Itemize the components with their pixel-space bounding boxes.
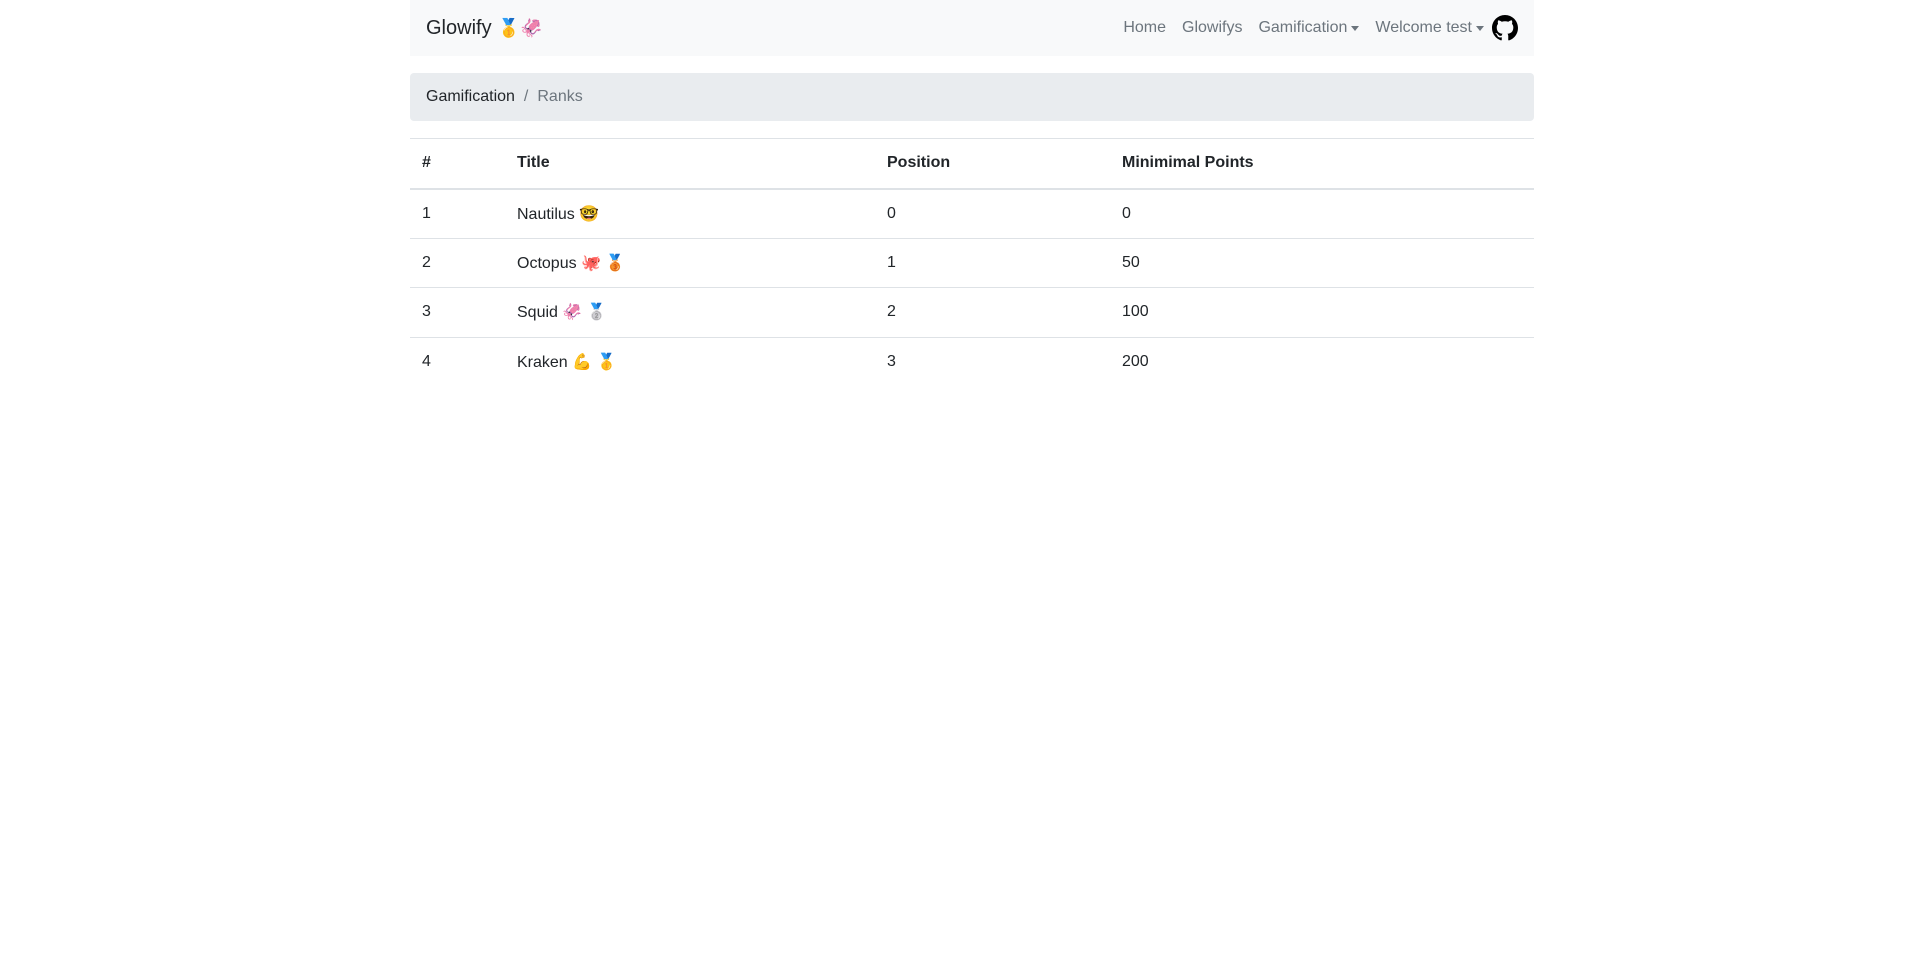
breadcrumb-gamification-link[interactable]: Gamification <box>426 88 515 106</box>
breadcrumb: Gamification / Ranks <box>410 73 1534 121</box>
table-row: 3 Squid 🦑 🥈 2 100 <box>410 287 1534 338</box>
nav-user-dropdown[interactable]: Welcome test <box>1367 19 1492 37</box>
nav-user-label: Welcome test <box>1375 19 1472 36</box>
cell-title: Octopus 🐙 🥉 <box>505 238 875 288</box>
page-container: Glowify 🥇🦑 Home Glowifys Gamification We… <box>410 0 1534 387</box>
cell-title: Nautilus 🤓 <box>505 188 875 239</box>
navbar: Glowify 🥇🦑 Home Glowifys Gamification We… <box>410 0 1534 56</box>
table-header-row: # Title Position Minimimal Points <box>410 138 1534 190</box>
caret-down-icon <box>1351 25 1360 31</box>
header-title: Title <box>505 138 875 190</box>
cell-title: Kraken 💪 🥇 <box>517 354 617 371</box>
cell-position: 2 <box>875 287 1110 338</box>
cell-position: 3 <box>887 353 896 370</box>
nav-glowifys-link[interactable]: Glowifys <box>1174 19 1250 37</box>
cell-num: 3 <box>410 287 505 338</box>
brand-name: Glowify <box>426 16 492 39</box>
cell-points: 100 <box>1110 287 1534 338</box>
cell-num: 4 <box>422 353 431 370</box>
cell-position: 0 <box>875 188 1110 239</box>
header-position: Position <box>875 138 1110 190</box>
nav-links: Home Glowifys Gamification Welcome test <box>1115 15 1518 41</box>
nav-gamification-label: Gamification <box>1258 19 1348 36</box>
brand-link[interactable]: Glowify 🥇🦑 <box>426 17 542 40</box>
breadcrumb-current: Ranks <box>537 88 583 105</box>
breadcrumb-separator: / <box>523 88 529 105</box>
caret-down-icon <box>1476 25 1484 31</box>
cell-position: 1 <box>875 238 1110 288</box>
header-num: # <box>410 138 505 190</box>
brand-emoji-icons: 🥇🦑 <box>497 17 543 38</box>
github-icon[interactable] <box>1492 15 1518 41</box>
table-row: 2 Octopus 🐙 🥉 1 50 <box>410 238 1534 288</box>
cell-points: 200 <box>1122 353 1149 370</box>
cell-num: 1 <box>410 188 505 239</box>
cell-points: 50 <box>1110 238 1534 288</box>
github-icon-svg <box>1492 15 1518 41</box>
table-row: 4 Kraken 💪 🥇 3 200 <box>410 337 1534 387</box>
cell-title: Squid 🦑 🥈 <box>505 287 875 338</box>
cell-num: 2 <box>410 238 505 288</box>
nav-gamification-dropdown[interactable]: Gamification <box>1250 19 1367 37</box>
ranks-table: # Title Position Minimimal Points 1 Naut… <box>410 138 1534 387</box>
cell-points: 0 <box>1110 188 1534 239</box>
table-row: 1 Nautilus 🤓 0 0 <box>410 188 1534 239</box>
nav-home-link[interactable]: Home <box>1115 19 1174 37</box>
header-points: Minimimal Points <box>1110 138 1534 190</box>
